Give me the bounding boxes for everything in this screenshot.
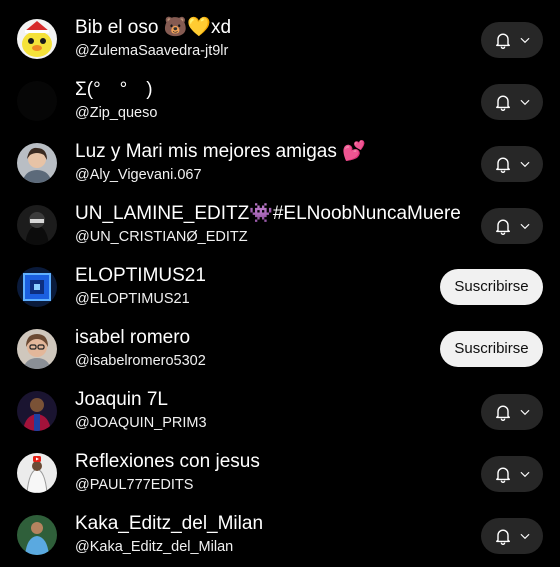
channel-handle: @UN_CRISTIANØ_EDITZ [75,229,248,245]
channel-handle: @Aly_Vigevani.067 [75,167,202,183]
channel-handle: @Zip_queso [75,105,158,121]
channel-row[interactable]: ELOPTIMUS21 @ELOPTIMUS21 Suscribirse [0,257,560,319]
channel-name[interactable]: Luz y Mari mis mejores amigas 💕 [75,140,366,164]
channel-name[interactable]: UN_LAMINE_EDITZ👾#ELNoobNuncaMuere [75,202,461,226]
chevron-down-icon [520,161,530,168]
channel-handle: @Kaka_Editz_del_Milan [75,539,234,555]
bell-icon [496,405,510,421]
channel-handle: @PAUL777EDITS [75,477,194,493]
subscribe-button[interactable]: Suscribirse [440,331,543,367]
notification-bell-button[interactable] [481,518,543,554]
channel-handle: @JOAQUIN_PRIM3 [75,415,207,431]
channel-handle: @ZulemaSaavedra-jt9lr [75,43,229,59]
channel-name[interactable]: Joaquin 7L [75,388,168,412]
channel-row[interactable]: isabel romero @isabelromero5302 Suscribi… [0,319,560,381]
duck-avatar-image [17,19,57,59]
bell-icon [496,529,510,545]
dark-avatar-image [17,81,57,121]
channel-row[interactable]: UN_LAMINE_EDITZ👾#ELNoobNuncaMuere @UN_CR… [0,195,560,257]
robed-figure-avatar-image [17,453,57,493]
chevron-down-icon [520,409,530,416]
channel-row[interactable]: Kaka_Editz_del_Milan @Kaka_Editz_del_Mil… [0,505,560,567]
subscribe-button[interactable]: Suscribirse [440,269,543,305]
bell-icon [496,33,510,49]
channel-avatar[interactable] [17,329,57,369]
notification-bell-button[interactable] [481,394,543,430]
chevron-down-icon [520,471,530,478]
notification-bell-button[interactable] [481,146,543,182]
channel-row[interactable]: Reflexiones con jesus @PAUL777EDITS [0,443,560,505]
channel-avatar[interactable] [17,81,57,121]
notification-bell-button[interactable] [481,456,543,492]
channel-row[interactable]: Joaquin 7L @JOAQUIN_PRIM3 [0,381,560,443]
blue-cube-avatar-image [17,267,57,307]
chevron-down-icon [520,99,530,106]
channel-handle: @ELOPTIMUS21 [75,291,190,307]
channel-avatar[interactable] [17,267,57,307]
chevron-down-icon [520,533,530,540]
channel-row[interactable]: Bib el oso 🐻💛xd @ZulemaSaavedra-jt9lr [0,9,560,71]
football-player-avatar-image [17,391,57,431]
channel-name[interactable]: Reflexiones con jesus [75,450,260,474]
channel-avatar[interactable] [17,515,57,555]
channel-name[interactable]: isabel romero [75,326,190,350]
footballer-avatar-image [17,515,57,555]
channel-name[interactable]: Kaka_Editz_del_Milan [75,512,263,536]
bell-icon [496,467,510,483]
girl-avatar-image [17,143,57,183]
woman-avatar-image [17,329,57,369]
channel-avatar[interactable] [17,453,57,493]
channel-avatar[interactable] [17,19,57,59]
masked-figure-avatar-image [17,205,57,245]
notification-bell-button[interactable] [481,84,543,120]
channel-avatar[interactable] [17,205,57,245]
channel-avatar[interactable] [17,391,57,431]
subscriptions-list: Bib el oso 🐻💛xd @ZulemaSaavedra-jt9lr Σ(… [0,9,560,567]
channel-name[interactable]: Bib el oso 🐻💛xd [75,16,231,40]
channel-handle: @isabelromero5302 [75,353,206,369]
bell-icon [496,95,510,111]
channel-row[interactable]: Σ(° ° ) @Zip_queso [0,71,560,133]
bell-icon [496,219,510,235]
channel-row[interactable]: Luz y Mari mis mejores amigas 💕 @Aly_Vig… [0,133,560,195]
channel-name[interactable]: ELOPTIMUS21 [75,264,206,288]
chevron-down-icon [520,223,530,230]
notification-bell-button[interactable] [481,208,543,244]
bell-icon [496,157,510,173]
notification-bell-button[interactable] [481,22,543,58]
chevron-down-icon [520,37,530,44]
channel-avatar[interactable] [17,143,57,183]
channel-name[interactable]: Σ(° ° ) [75,78,153,102]
